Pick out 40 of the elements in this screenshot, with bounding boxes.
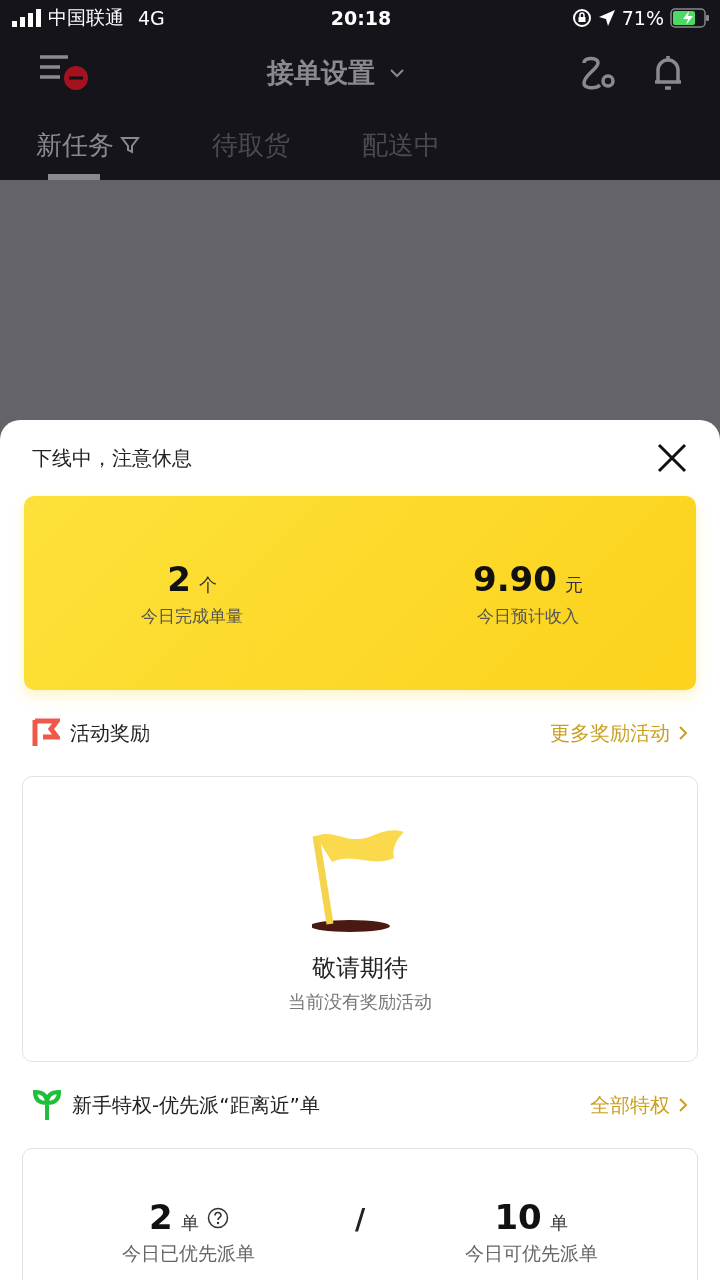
location-icon xyxy=(597,9,616,27)
empty-text: 当前没有奖励活动 xyxy=(288,990,432,1014)
dropdown-icon[interactable] xyxy=(389,68,405,78)
sheet-title: 下线中，注意休息 xyxy=(32,444,192,472)
rotation-lock-icon xyxy=(571,8,592,28)
help-icon[interactable] xyxy=(206,1207,229,1229)
carrier-name: 中国联通 xyxy=(48,5,124,30)
close-button[interactable] xyxy=(656,442,688,474)
flag-icon xyxy=(32,718,60,748)
stat-unit: 单 xyxy=(549,1211,568,1235)
chevron-icon xyxy=(678,725,688,741)
stat-unit: 元 xyxy=(564,572,583,597)
empty-title: 敬请期待 xyxy=(312,953,408,984)
section-title: 新手特权-优先派“距离近”单 xyxy=(72,1091,320,1119)
all-privileges-link[interactable]: 全部特权 xyxy=(590,1091,688,1119)
stat-value: 2 xyxy=(149,1197,173,1237)
more-link[interactable]: 更多奖励活动 xyxy=(550,719,688,747)
chevron-icon xyxy=(678,1097,688,1113)
network-type: 4G xyxy=(138,7,165,29)
separator: / xyxy=(354,1203,366,1238)
stat-label: 今日完成单量 xyxy=(141,604,243,628)
battery-percent: 71% xyxy=(621,7,664,29)
sprout-icon xyxy=(32,1089,62,1121)
bell-icon[interactable] xyxy=(652,54,684,92)
stat-label: 今日已优先派单 xyxy=(122,1241,256,1266)
tab[interactable]: 新任务 xyxy=(36,110,140,180)
filter-icon[interactable] xyxy=(120,135,140,155)
section-title: 活动奖励 xyxy=(70,719,150,747)
stat-unit: 单 xyxy=(180,1211,199,1235)
stat-label: 今日可优先派单 xyxy=(464,1241,598,1266)
battery-icon xyxy=(670,8,710,28)
stat-value: 9.90 xyxy=(473,558,557,599)
signal-icon xyxy=(12,9,42,27)
header-title[interactable]: 接单设置 xyxy=(267,55,375,91)
route-icon[interactable] xyxy=(580,55,616,91)
stat-value: 10 xyxy=(494,1197,542,1237)
stat-label: 今日预计收入 xyxy=(477,604,579,628)
stat-value: 2 xyxy=(167,558,191,599)
status-time: 20:18 xyxy=(330,7,392,29)
stat-unit: 个 xyxy=(198,572,217,597)
